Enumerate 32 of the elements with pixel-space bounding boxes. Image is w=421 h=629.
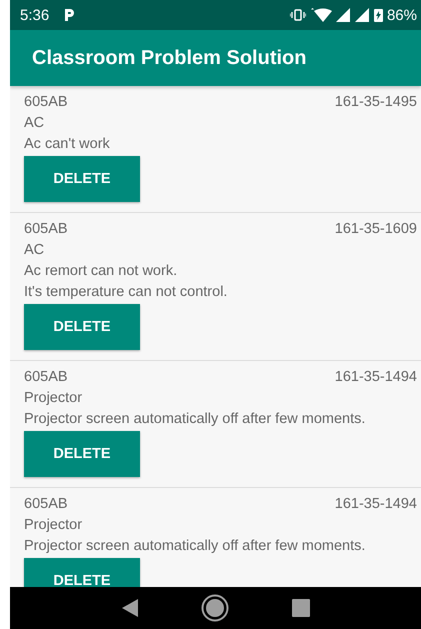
student-id: 161-35-1609	[334, 220, 417, 239]
delete-button[interactable]: DELETE	[24, 558, 140, 587]
home-icon[interactable]	[200, 594, 228, 622]
delete-button[interactable]: DELETE	[24, 156, 140, 202]
app-title: Classroom Problem Solution	[32, 46, 306, 70]
device-name: Projector	[24, 389, 82, 408]
recents-icon[interactable]	[292, 599, 310, 617]
student-id: 161-35-1494	[334, 495, 417, 514]
vibrate-icon	[290, 9, 306, 21]
problem-description: Projector screen automatically off after few moments.	[24, 537, 366, 556]
student-id: 161-35-1494	[334, 368, 417, 387]
room-number: 605AB	[24, 368, 68, 387]
room-number: 605AB	[24, 93, 68, 112]
problem-description: Projector screen automatically off after few moments.	[24, 410, 366, 429]
problem-description: Ac can't work	[24, 135, 110, 154]
device-name: AC	[24, 114, 44, 133]
signal-icon	[336, 8, 351, 22]
student-id: 161-35-1495	[334, 93, 417, 112]
delete-button[interactable]: DELETE	[24, 304, 140, 350]
device-name: AC	[24, 241, 44, 260]
battery-percent: 86%	[386, 6, 417, 24]
device-name: Projector	[24, 516, 82, 535]
delete-button[interactable]: DELETE	[24, 431, 140, 477]
room-number: 605AB	[24, 495, 68, 514]
problem-description: Ac remort can not work. It's temperature can not control.	[24, 262, 228, 302]
back-icon[interactable]	[122, 599, 138, 617]
wifi-icon	[310, 8, 332, 22]
battery-icon	[374, 8, 383, 22]
room-number: 605AB	[24, 220, 68, 239]
notification-icon	[63, 8, 76, 22]
status-time: 5:36	[20, 6, 50, 24]
signal-icon	[354, 8, 370, 22]
